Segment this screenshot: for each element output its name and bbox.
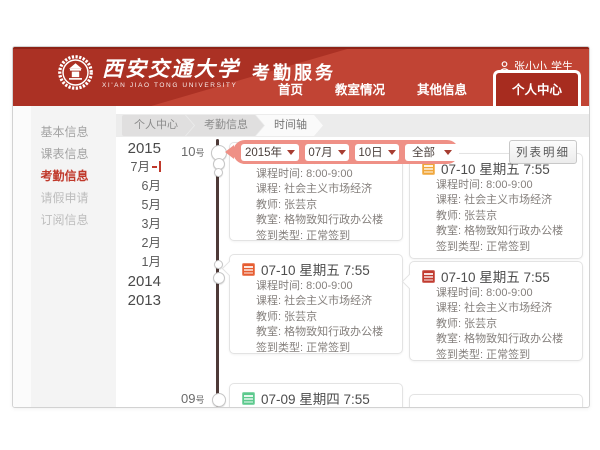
- current-month-marker-icon: [152, 161, 161, 172]
- nav-item-active[interactable]: 个人中心: [493, 70, 581, 106]
- breadcrumb-item[interactable]: 考勤信息: [186, 115, 264, 136]
- day-dropdown-value: 10日: [358, 144, 382, 160]
- year-dropdown[interactable]: 2015年: [241, 144, 299, 161]
- timeline-month-label[interactable]: 3月: [73, 215, 161, 234]
- card-date: 07-09 星期四 7:55: [261, 388, 370, 408]
- card-date: 07-10 星期五 7:55: [441, 266, 550, 286]
- timeline-month-label[interactable]: 5月: [73, 196, 161, 215]
- timeline-month-label[interactable]: 7月: [73, 158, 161, 177]
- card-field-课程: 课程: 社会主义市场经济: [422, 301, 572, 316]
- card-field-课程: 课程: 社会主义市场经济: [242, 294, 392, 309]
- screenshot-canvas: { "header": { "university": { "name_cn":…: [0, 0, 600, 450]
- timeline-year-label[interactable]: 2014: [73, 272, 161, 291]
- day-dropdown[interactable]: 10日: [355, 144, 399, 161]
- main-nav: 首页教室情况其他信息个人中心: [262, 70, 581, 106]
- breadcrumb: 个人中心考勤信息时间轴: [116, 114, 589, 137]
- attendance-card: 07-09 星期四 7:55: [229, 383, 403, 408]
- breadcrumb-item[interactable]: 时间轴: [256, 115, 323, 136]
- card-field-教师: 教师: 张芸京: [422, 317, 572, 332]
- type-dropdown[interactable]: 全部: [405, 144, 459, 161]
- card-field-课程: 课程: 社会主义市场经济: [422, 193, 572, 208]
- filter-bubble: 2015年 07月 10日 全部: [233, 140, 459, 164]
- timeline-year-label[interactable]: 2015: [73, 139, 161, 158]
- card-field-教师: 教师: 张芸京: [422, 209, 572, 224]
- chevron-down-icon: [338, 150, 346, 155]
- list-detail-button[interactable]: 列表明细: [509, 140, 577, 164]
- card-field-教室: 教室: 格物致知行政办公楼: [242, 213, 392, 228]
- card-field-课程时间: 课程时间: 8:00-9:00: [242, 167, 392, 182]
- card-field-教室: 教室: 格物致知行政办公楼: [422, 224, 572, 239]
- card-field-教室: 教室: 格物致知行政办公楼: [242, 325, 392, 340]
- chevron-down-icon: [287, 150, 295, 155]
- app-window: 西安交通大学 XI'AN JIAO TONG UNIVERSITY 考勤服务 张…: [12, 46, 590, 408]
- university-logo-icon: [57, 54, 94, 91]
- timeline-day-label: 09号: [181, 391, 204, 406]
- timeline-node[interactable]: [213, 272, 225, 284]
- signin-stamp-icon: [242, 392, 255, 405]
- signin-stamp-icon: [422, 270, 435, 283]
- card-field-签到类型: 签到类型: 正常签到: [242, 341, 392, 356]
- attendance-card: 07-10 星期五 7:55课程时间: 8:00-9:00课程: 社会主义市场经…: [409, 261, 583, 361]
- card-field-教室: 教室: 格物致知行政办公楼: [422, 332, 572, 347]
- chevron-down-icon: [444, 150, 452, 155]
- attendance-card: 07-10 星期五 7:55课程时间: 8:00-9:00课程: 社会主义市场经…: [229, 254, 403, 354]
- chevron-down-icon: [388, 150, 396, 155]
- timeline-node[interactable]: [214, 168, 223, 177]
- card-date: 07-10 星期五 7:55: [261, 259, 370, 279]
- timeline-node[interactable]: [212, 393, 226, 407]
- nav-item-link[interactable]: 教室情况: [319, 79, 401, 106]
- card-field-课程时间: 课程时间: 8:00-9:00: [422, 178, 572, 193]
- timeline-month-label[interactable]: 6月: [73, 177, 161, 196]
- card-field-教师: 教师: 张芸京: [242, 198, 392, 213]
- signin-stamp-icon: [242, 263, 255, 276]
- timeline-year-label[interactable]: 2013: [73, 291, 161, 310]
- timeline-day-label: 10号: [181, 144, 204, 159]
- timeline-scale: 20157月6月5月3月2月1月20142013: [73, 139, 161, 310]
- month-dropdown-value: 07月: [308, 144, 332, 160]
- type-dropdown-value: 全部: [412, 144, 435, 160]
- card-field-课程时间: 课程时间: 8:00-9:00: [242, 279, 392, 294]
- attendance-card: [409, 394, 583, 408]
- university-name-cn: 西安交通大学: [102, 57, 240, 81]
- timeline-month-label[interactable]: 2月: [73, 234, 161, 253]
- breadcrumb-item[interactable]: 个人中心: [122, 115, 194, 136]
- card-field-签到类型: 签到类型: 正常签到: [422, 240, 572, 255]
- card-field-课程: 课程: 社会主义市场经济: [242, 182, 392, 197]
- timeline-month-label[interactable]: 1月: [73, 253, 161, 272]
- app-header: 西安交通大学 XI'AN JIAO TONG UNIVERSITY 考勤服务 张…: [13, 47, 589, 106]
- attendance-card: 07-10 星期五 7:55课程时间: 8:00-9:00课程: 社会主义市场经…: [409, 153, 583, 259]
- nav-item-link[interactable]: 首页: [262, 79, 319, 106]
- card-field-课程时间: 课程时间: 8:00-9:00: [422, 286, 572, 301]
- card-field-签到类型: 签到类型: 正常签到: [242, 229, 392, 244]
- card-field-教师: 教师: 张芸京: [242, 310, 392, 325]
- university-name-en: XI'AN JIAO TONG UNIVERSITY: [102, 82, 240, 89]
- card-field-签到类型: 签到类型: 正常签到: [422, 348, 572, 363]
- year-dropdown-value: 2015年: [245, 144, 282, 160]
- nav-item-link[interactable]: 其他信息: [401, 79, 483, 106]
- month-dropdown[interactable]: 07月: [305, 144, 349, 161]
